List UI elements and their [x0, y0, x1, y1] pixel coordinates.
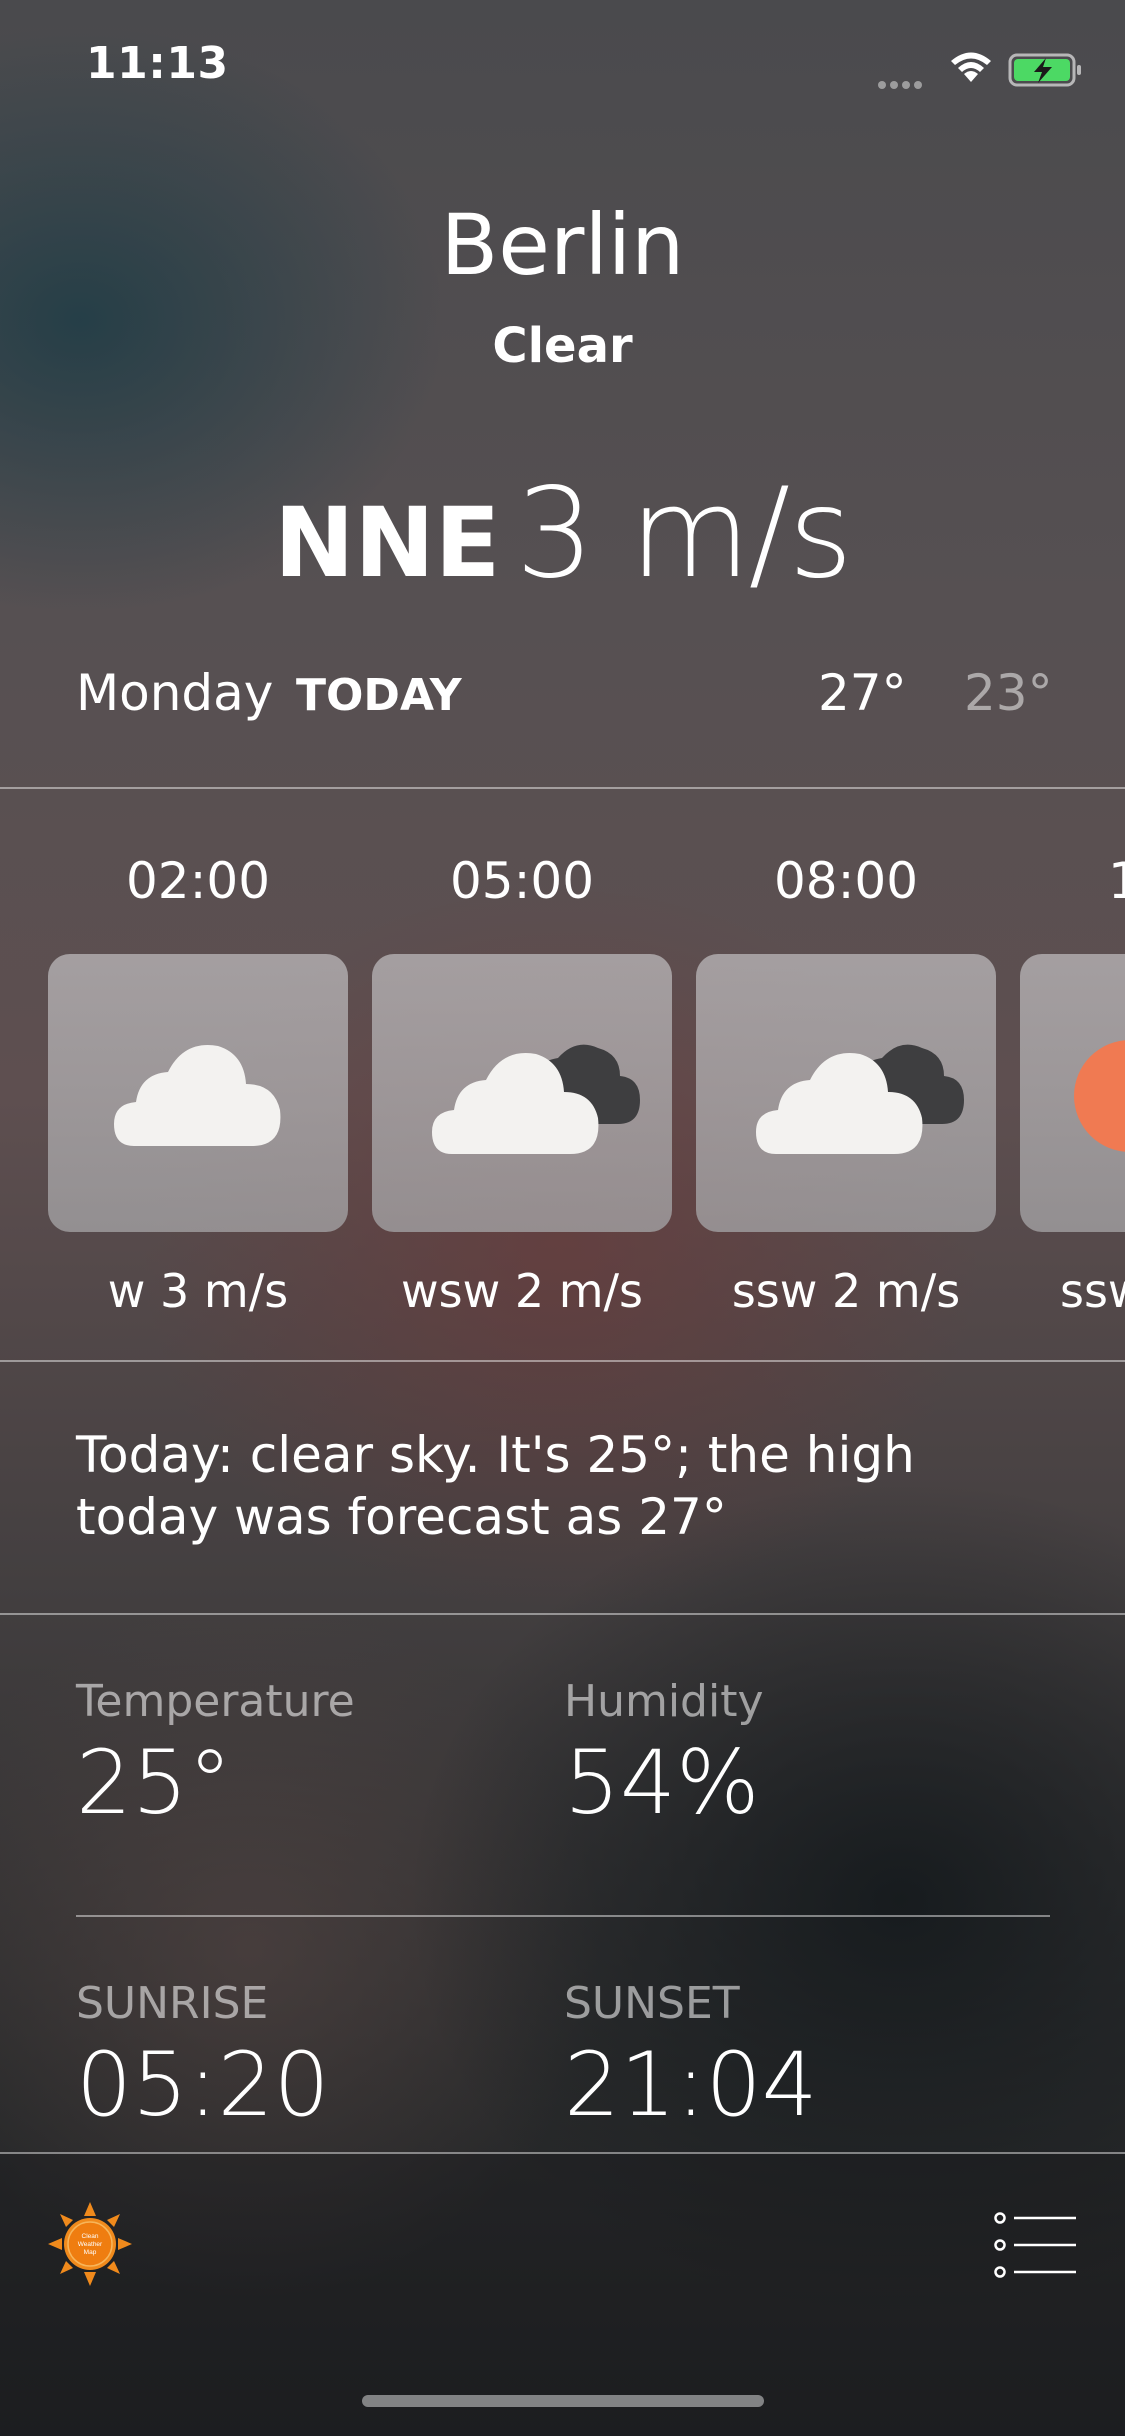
hour-weather-card [48, 954, 348, 1232]
sunrise-label: SUNRISE [76, 1978, 269, 2029]
home-indicator[interactable] [362, 2395, 764, 2407]
hour-weather-card [1020, 954, 1125, 1232]
cloud-dark-cloud-icon [756, 1044, 964, 1154]
sunrise-detail: SUNRISE 05:20 [76, 1978, 330, 2136]
sunset-detail: SUNSET 21:04 [564, 1978, 818, 2136]
sun-icon [1074, 1040, 1125, 1152]
temperature-detail: Temperature 25° [76, 1676, 355, 1834]
sun-logo-icon[interactable]: Clean Weather Map [48, 2202, 132, 2286]
hour-time: 1 [1108, 852, 1125, 910]
bottom-toolbar [0, 2152, 1125, 2436]
cloud-icon [114, 1045, 281, 1146]
hour-time: 08:00 [773, 852, 919, 910]
temperature-value: 25° [76, 1731, 232, 1834]
logo-text-2: Weather [78, 2241, 103, 2248]
hourly-item[interactable]: 08:00 ssw 2 m/s [696, 852, 996, 1318]
wind-speed: 3 m/s [515, 462, 852, 606]
sunset-value: 21:04 [564, 2033, 818, 2136]
humidity-value: 54% [564, 1731, 760, 1834]
logo-text-1: Clean [82, 2233, 99, 2240]
wind-direction: NNE [274, 487, 501, 599]
status-time: 11:13 [86, 38, 229, 89]
weather-condition: Clear [492, 318, 633, 374]
hour-time: 05:00 [449, 852, 595, 910]
hourly-item[interactable]: 02:00 w 3 m/s [48, 852, 348, 1318]
forecast-summary: Today: clear sky. It's 25°; the high tod… [76, 1426, 915, 1546]
temperature-label: Temperature [76, 1676, 355, 1727]
humidity-detail: Humidity 54% [564, 1676, 764, 1834]
low-temperature: 23° [964, 664, 1053, 722]
status-indicators [878, 46, 1083, 89]
hour-wind: wsw 2 m/s [401, 1264, 643, 1318]
sunset-label: SUNSET [564, 1978, 740, 2029]
divider [0, 1613, 1125, 1615]
hourly-item[interactable]: 1 ssw [1020, 852, 1125, 1318]
divider [0, 2152, 1125, 2154]
divider [76, 1915, 1050, 1917]
cloud-dark-cloud-icon [432, 1044, 640, 1154]
hour-wind: w 3 m/s [107, 1264, 289, 1318]
day-name: Monday [76, 664, 274, 722]
current-wind: NNE 3 m/s [0, 462, 1125, 606]
high-temperature: 27° [818, 664, 907, 722]
logo-text-3: Map [84, 2249, 97, 2256]
divider [0, 1360, 1125, 1362]
hour-weather-card [372, 954, 672, 1232]
battery-charging-icon [1008, 53, 1081, 87]
hour-wind: ssw 2 m/s [731, 1264, 961, 1318]
hour-weather-card [696, 954, 996, 1232]
sunrise-value: 05:20 [76, 2033, 330, 2136]
today-label: TODAY [296, 670, 462, 721]
hour-time: 02:00 [125, 852, 271, 910]
signal-strength-icon [878, 74, 926, 93]
list-menu-icon[interactable] [994, 2212, 1078, 2278]
today-forecast-row[interactable]: Monday TODAY 27° 23° [76, 664, 1056, 728]
hour-wind: ssw [1060, 1264, 1125, 1318]
city-name: Berlin [440, 196, 685, 294]
humidity-label: Humidity [564, 1676, 764, 1727]
hourly-item[interactable]: 05:00 wsw 2 m/s [372, 852, 672, 1318]
divider [0, 787, 1125, 789]
wifi-icon [951, 52, 991, 82]
